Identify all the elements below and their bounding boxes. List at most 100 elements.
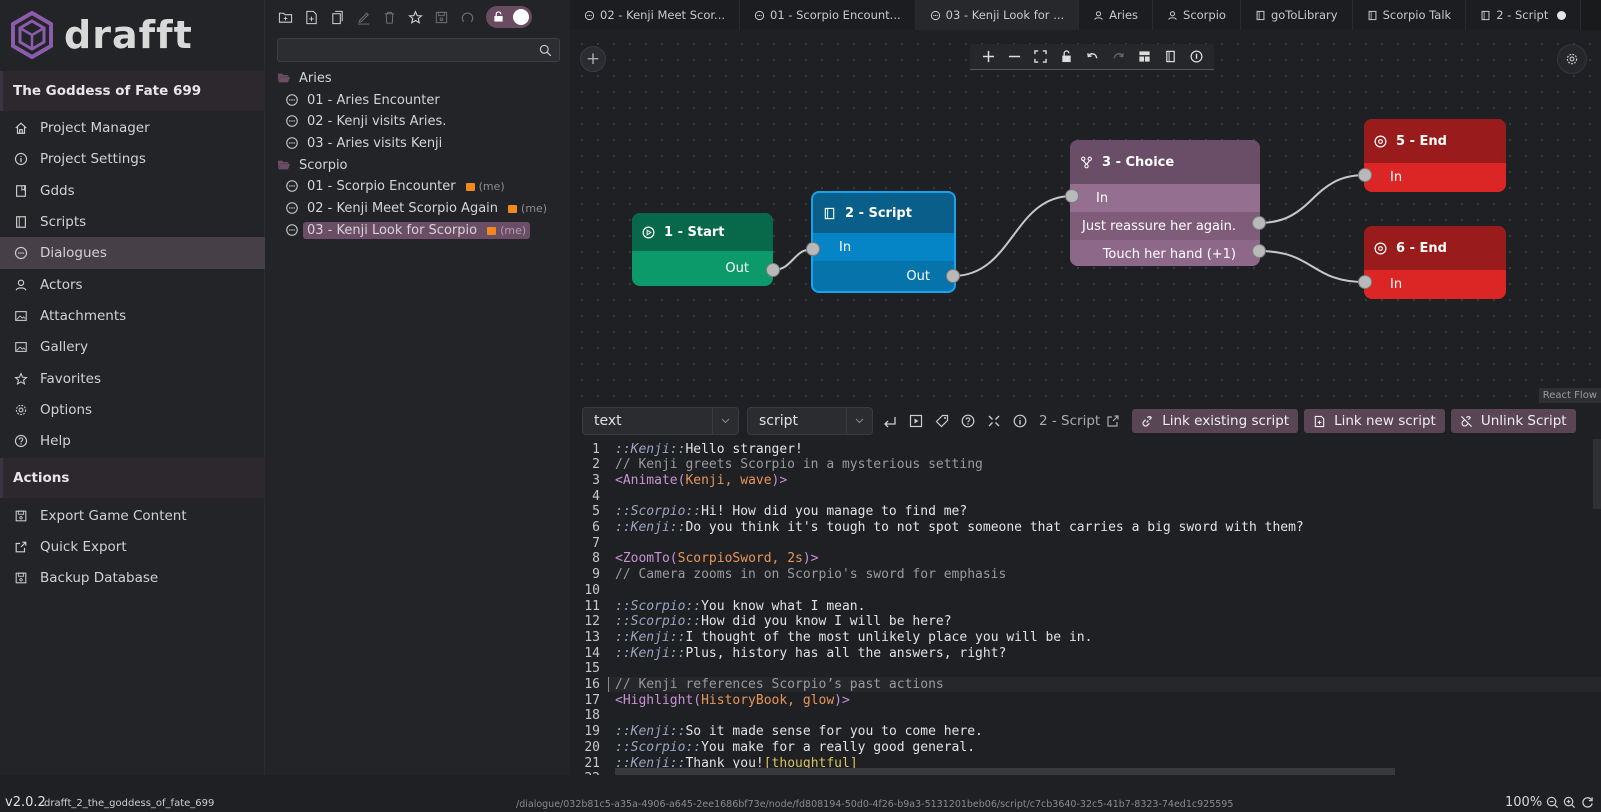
code-line[interactable]: 1::Kenji::Hello stranger! xyxy=(570,441,1601,457)
code-line[interactable]: 19::Kenji::So it made sense for you to c… xyxy=(570,724,1601,740)
tab-02-kenji-meet-scorpio[interactable]: 02 - Kenji Meet Scor... xyxy=(570,0,741,30)
sidebar-item-gdds[interactable]: Gdds xyxy=(0,175,265,207)
redo-button[interactable] xyxy=(1105,44,1131,70)
react-flow-attribution[interactable]: React Flow xyxy=(1538,388,1601,403)
favorite-button[interactable] xyxy=(406,6,424,28)
code-line[interactable]: 2 // Kenji greets Scorpio in a mysterious… xyxy=(570,457,1601,473)
sidebar-item-attachments[interactable]: Attachments xyxy=(0,300,265,332)
info-button[interactable] xyxy=(1183,44,1209,70)
export-game-content-button[interactable]: Export Game Content xyxy=(0,500,265,532)
code-line[interactable]: 11::Scorpio::You know what I mean. xyxy=(570,598,1601,614)
script-code-editor[interactable]: 1::Kenji::Hello stranger! 2 // Kenji greet… xyxy=(570,437,1601,775)
save-button[interactable] xyxy=(432,6,450,28)
sidebar-item-favorites[interactable]: Favorites xyxy=(0,363,265,395)
link-new-script-button[interactable]: Link new script xyxy=(1304,409,1445,433)
tree-item[interactable]: 02 - Kenji Meet Scorpio Again (me) xyxy=(285,198,547,218)
code-line[interactable]: 4 xyxy=(570,488,1601,504)
tree-item[interactable]: 01 - Scorpio Encounter (me) xyxy=(285,176,505,196)
sidebar-item-help[interactable]: Help xyxy=(0,425,265,457)
code-line[interactable]: 3 <Animate(Kenji, wave)> xyxy=(570,472,1601,488)
zoom-out-icon[interactable] xyxy=(1546,796,1559,809)
code-line[interactable]: 6::Kenji::Do you think it's tough to not… xyxy=(570,520,1601,536)
choice-option-1-handle[interactable] xyxy=(1252,216,1266,230)
lock-canvas-button[interactable] xyxy=(1053,44,1079,70)
flow-node-start[interactable]: 1 - Start Out xyxy=(632,213,773,286)
flow-node-end-6[interactable]: 6 - End In xyxy=(1364,226,1506,299)
auto-layout-button[interactable] xyxy=(1131,44,1157,70)
editor-horizontal-scrollbar[interactable] xyxy=(615,768,1395,775)
script-in-handle[interactable] xyxy=(806,242,820,256)
tab-gotolibrary[interactable]: goToLibrary xyxy=(1240,0,1353,30)
code-line[interactable]: 17 <Highlight(HistoryBook, glow)> xyxy=(570,692,1601,708)
fit-view-button[interactable] xyxy=(1027,44,1053,70)
code-line[interactable]: 15 xyxy=(570,661,1601,677)
code-line[interactable]: 18 xyxy=(570,708,1601,724)
tree-item[interactable]: 01 - Aries Encounter xyxy=(285,90,440,110)
code-line[interactable]: 14::Kenji::Plus, history has all the ans… xyxy=(570,645,1601,661)
zoom-out-button[interactable] xyxy=(1001,44,1027,70)
sidebar-item-scripts[interactable]: Scripts xyxy=(0,206,265,238)
undo-button[interactable] xyxy=(1079,44,1105,70)
tab-scorpio[interactable]: Scorpio xyxy=(1153,0,1241,30)
code-line[interactable]: 8 <ZoomTo(ScorpioSword, 2s)> xyxy=(570,551,1601,567)
code-line[interactable]: 16 // Kenji references Scorpio’s past act… xyxy=(570,677,1601,693)
type-select[interactable]: text xyxy=(582,407,739,435)
script-out-handle[interactable] xyxy=(946,269,960,283)
flow-node-end-5[interactable]: 5 - End In xyxy=(1364,119,1506,192)
flow-node-script[interactable]: 2 - Script In Out xyxy=(811,191,956,293)
sidebar-item-gallery[interactable]: Gallery xyxy=(0,331,265,363)
tab-01-scorpio-encounter[interactable]: 01 - Scorpio Encount... xyxy=(740,0,916,30)
sidebar-item-actors[interactable]: Actors xyxy=(0,269,265,301)
zoom-in-icon[interactable] xyxy=(1563,796,1576,809)
reset-zoom-icon[interactable] xyxy=(1581,796,1594,809)
rename-button[interactable] xyxy=(354,6,372,28)
tab-scorpio-talk[interactable]: Scorpio Talk xyxy=(1352,0,1467,30)
tree-search-field[interactable] xyxy=(277,38,560,62)
code-line[interactable]: 5::Scorpio::Hi! How did you manage to fi… xyxy=(570,504,1601,520)
tab-2-script[interactable]: 2 - Script xyxy=(1466,0,1582,30)
start-out-handle[interactable] xyxy=(766,263,780,277)
sidebar-item-project-manager[interactable]: Project Manager xyxy=(0,112,265,144)
edge-choice-end6[interactable] xyxy=(1258,250,1366,283)
script-panel-button[interactable] xyxy=(1157,44,1183,70)
tree-item-selected[interactable]: 03 - Kenji Look for Scorpio (me) xyxy=(285,220,531,240)
unsaved-indicator[interactable] xyxy=(1557,10,1567,20)
choice-in-handle[interactable] xyxy=(1065,189,1079,203)
zoom-in-button[interactable] xyxy=(975,44,1001,70)
tree-folder-scorpio[interactable]: Scorpio xyxy=(277,155,348,175)
open-script-button[interactable] xyxy=(1100,407,1126,435)
code-line[interactable]: 7 xyxy=(570,535,1601,551)
tree-search-input[interactable] xyxy=(278,39,559,61)
code-line[interactable]: 10 xyxy=(570,582,1601,598)
tab-aries[interactable]: Aries xyxy=(1079,0,1154,30)
sidebar-item-dialogues[interactable]: Dialogues xyxy=(0,237,265,269)
expand-editor-button[interactable] xyxy=(981,407,1007,435)
editor-vertical-scrollbar[interactable] xyxy=(1593,439,1601,509)
play-script-button[interactable] xyxy=(903,407,929,435)
help-button[interactable] xyxy=(955,407,981,435)
tags-button[interactable] xyxy=(929,407,955,435)
insert-line-button[interactable] xyxy=(877,407,903,435)
canvas-settings-button[interactable] xyxy=(1557,44,1587,74)
script-info-button[interactable] xyxy=(1007,407,1033,435)
new-item-button[interactable] xyxy=(302,6,320,28)
link-existing-script-button[interactable]: Link existing script xyxy=(1132,409,1299,433)
code-line[interactable]: 9 // Camera zooms in on Scorpio's sword f… xyxy=(570,567,1601,583)
refresh-button[interactable] xyxy=(458,6,476,28)
code-line[interactable]: 20::Scorpio::You make for a really good … xyxy=(570,739,1601,755)
delete-button[interactable] xyxy=(380,6,398,28)
duplicate-button[interactable] xyxy=(328,6,346,28)
tree-item[interactable]: 02 - Kenji visits Aries. xyxy=(285,111,446,131)
new-folder-button[interactable] xyxy=(276,6,294,28)
mode-select[interactable]: script xyxy=(747,407,873,435)
choice-option-2-handle[interactable] xyxy=(1252,244,1266,258)
code-line[interactable]: 12::Scorpio::How did you know I will be … xyxy=(570,614,1601,630)
flow-node-choice[interactable]: 3 - Choice In Just reassure her again. T… xyxy=(1070,140,1260,266)
lock-toggle[interactable] xyxy=(486,6,532,28)
tab-03-kenji-look-for-scorpio[interactable]: 03 - Kenji Look for ... xyxy=(915,0,1080,30)
end5-in-handle[interactable] xyxy=(1358,168,1372,182)
code-line[interactable]: 13::Kenji::I thought of the most unlikel… xyxy=(570,629,1601,645)
tree-item[interactable]: 03 - Aries visits Kenji xyxy=(285,133,442,153)
tree-folder-aries[interactable]: Aries xyxy=(277,68,332,88)
quick-export-button[interactable]: Quick Export xyxy=(0,531,265,563)
